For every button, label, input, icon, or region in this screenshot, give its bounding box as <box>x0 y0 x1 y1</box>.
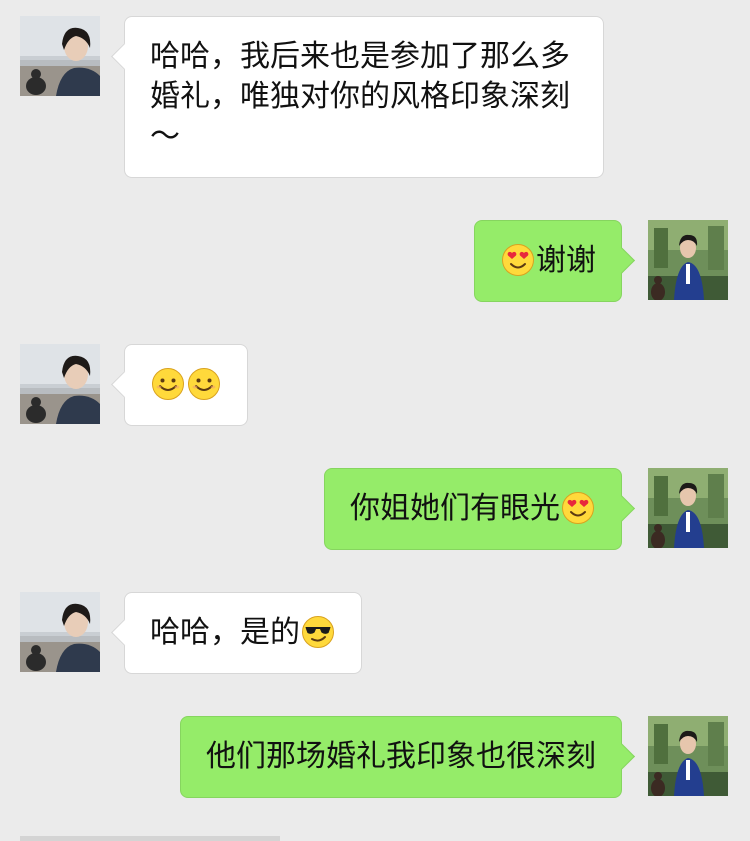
next-message-edge <box>20 836 280 841</box>
incoming-message-bubble[interactable]: 哈哈，我后来也是参加了那么多婚礼，唯独对你的风格印象深刻～ <box>124 16 604 178</box>
my-avatar[interactable] <box>648 220 728 300</box>
outgoing-message-bubble[interactable]: 他们那场婚礼我印象也很深刻 <box>180 716 622 798</box>
sunglasses-emoji-icon <box>301 615 335 649</box>
smile-emoji-icon <box>151 367 185 401</box>
incoming-message-bubble[interactable] <box>124 344 248 426</box>
outgoing-message-bubble[interactable]: 谢谢 <box>474 220 622 302</box>
my-avatar-photo <box>648 468 728 548</box>
contact-avatar-photo <box>20 16 100 96</box>
contact-avatar[interactable] <box>20 592 100 672</box>
my-avatar-photo <box>648 716 728 796</box>
message-text: 哈哈，是的 <box>150 615 300 650</box>
message-text: 哈哈，我后来也是参加了那么多婚礼，唯独对你的风格印象深刻～ <box>150 39 570 154</box>
message-text: 谢谢 <box>536 243 596 278</box>
contact-avatar-photo <box>20 344 100 424</box>
my-avatar-photo <box>648 220 728 300</box>
contact-avatar[interactable] <box>20 16 100 96</box>
smile-emoji-icon <box>187 367 221 401</box>
outgoing-message-bubble[interactable]: 你姐她们有眼光 <box>324 468 622 550</box>
incoming-message-bubble[interactable]: 哈哈，是的 <box>124 592 362 674</box>
heart-eyes-emoji-icon <box>561 491 595 525</box>
heart-eyes-emoji-icon <box>501 243 535 277</box>
contact-avatar[interactable] <box>20 344 100 424</box>
message-text: 他们那场婚礼我印象也很深刻 <box>206 739 596 774</box>
my-avatar[interactable] <box>648 468 728 548</box>
contact-avatar-photo <box>20 592 100 672</box>
my-avatar[interactable] <box>648 716 728 796</box>
message-text: 你姐她们有眼光 <box>350 491 560 526</box>
